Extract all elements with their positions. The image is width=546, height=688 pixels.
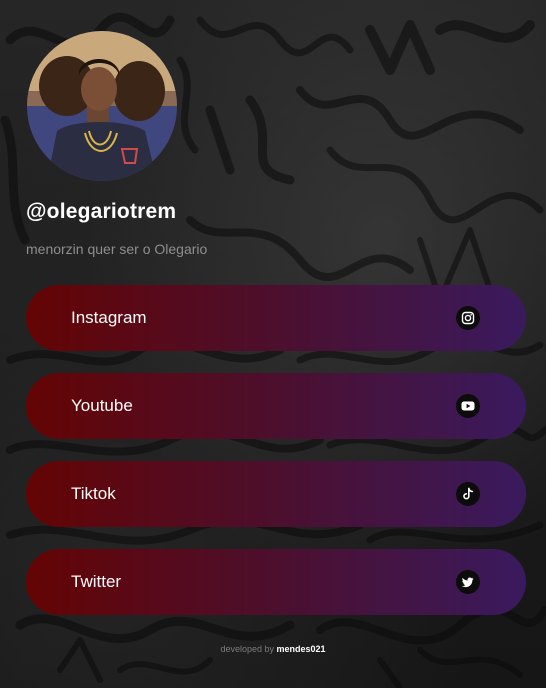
profile-username: @olegariotrem bbox=[26, 200, 177, 223]
youtube-link-button[interactable]: Youtube bbox=[26, 373, 526, 439]
profile-avatar bbox=[27, 31, 177, 181]
youtube-icon bbox=[456, 394, 480, 418]
footer-prefix: developed by bbox=[220, 644, 274, 654]
twitter-icon bbox=[456, 570, 480, 594]
twitter-link-label: Twitter bbox=[71, 572, 122, 591]
tiktok-icon bbox=[456, 482, 480, 506]
footer-credit: developed by mendes021 bbox=[0, 644, 546, 654]
avatar-illustration bbox=[27, 31, 177, 181]
tiktok-link-button[interactable]: Tiktok bbox=[26, 461, 526, 527]
profile-bio: menorzin quer ser o Olegario bbox=[26, 241, 208, 257]
footer-author-link[interactable]: mendes021 bbox=[277, 644, 326, 654]
instagram-link-button[interactable]: Instagram bbox=[26, 285, 526, 351]
link-in-bio-page: @olegariotrem menorzin quer ser o Olegar… bbox=[0, 0, 546, 688]
tiktok-link-label: Tiktok bbox=[71, 484, 116, 503]
youtube-link-label: Youtube bbox=[71, 396, 133, 415]
instagram-icon bbox=[456, 306, 480, 330]
twitter-link-button[interactable]: Twitter bbox=[26, 549, 526, 615]
instagram-link-label: Instagram bbox=[71, 308, 147, 327]
